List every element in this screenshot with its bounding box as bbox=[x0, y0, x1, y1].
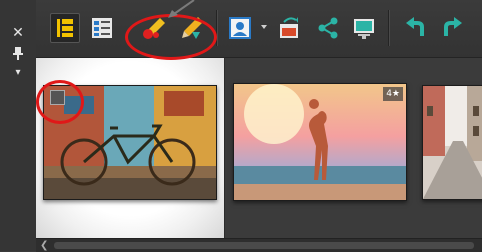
sunset-beach-photo-image bbox=[234, 84, 406, 200]
details-view-button[interactable] bbox=[88, 14, 116, 42]
scroll-left-icon[interactable]: ❮ bbox=[40, 239, 48, 252]
toolbar bbox=[36, 0, 482, 58]
photo-stack-icon bbox=[280, 17, 298, 38]
annotation-circle-badge bbox=[36, 80, 84, 124]
portrait-dropdown-icon[interactable] bbox=[261, 25, 267, 29]
slideshow-button[interactable] bbox=[350, 14, 378, 42]
scrollbar-thumb[interactable] bbox=[54, 242, 474, 249]
details-view-icon bbox=[92, 18, 112, 38]
close-icon[interactable]: ✕ bbox=[8, 24, 28, 42]
side-panel: ✕ ▾ bbox=[0, 0, 37, 251]
street-photo-image bbox=[423, 86, 482, 199]
rotate-left-button[interactable] bbox=[402, 14, 430, 42]
rotate-left-icon bbox=[406, 17, 424, 36]
annotation-arrow-icon bbox=[168, 0, 195, 18]
film-strip-view-icon bbox=[57, 19, 73, 37]
sunset-beach-photo[interactable]: 4★ bbox=[233, 83, 407, 201]
person-portrait-icon bbox=[229, 17, 251, 39]
thumbnail-grid: 4★ bbox=[36, 58, 482, 238]
annotation-circle-toolbar bbox=[125, 14, 217, 60]
film-strip-view-button[interactable] bbox=[50, 13, 80, 43]
photo-stack-button[interactable] bbox=[276, 14, 304, 42]
rotate-right-button[interactable] bbox=[438, 14, 466, 42]
rotate-right-icon bbox=[444, 17, 462, 36]
pin-icon[interactable] bbox=[8, 44, 28, 62]
portrait-button[interactable] bbox=[226, 14, 254, 42]
cell-divider bbox=[224, 58, 225, 238]
panel-menu-icon[interactable]: ▾ bbox=[8, 64, 28, 82]
share-button[interactable] bbox=[314, 14, 342, 42]
horizontal-scrollbar[interactable]: ❮ bbox=[36, 238, 482, 252]
toolbar-separator bbox=[388, 10, 389, 46]
slideshow-icon bbox=[354, 19, 374, 39]
street-photo[interactable] bbox=[422, 85, 482, 200]
share-icon bbox=[318, 17, 338, 39]
rating-badge: 4★ bbox=[383, 87, 403, 101]
